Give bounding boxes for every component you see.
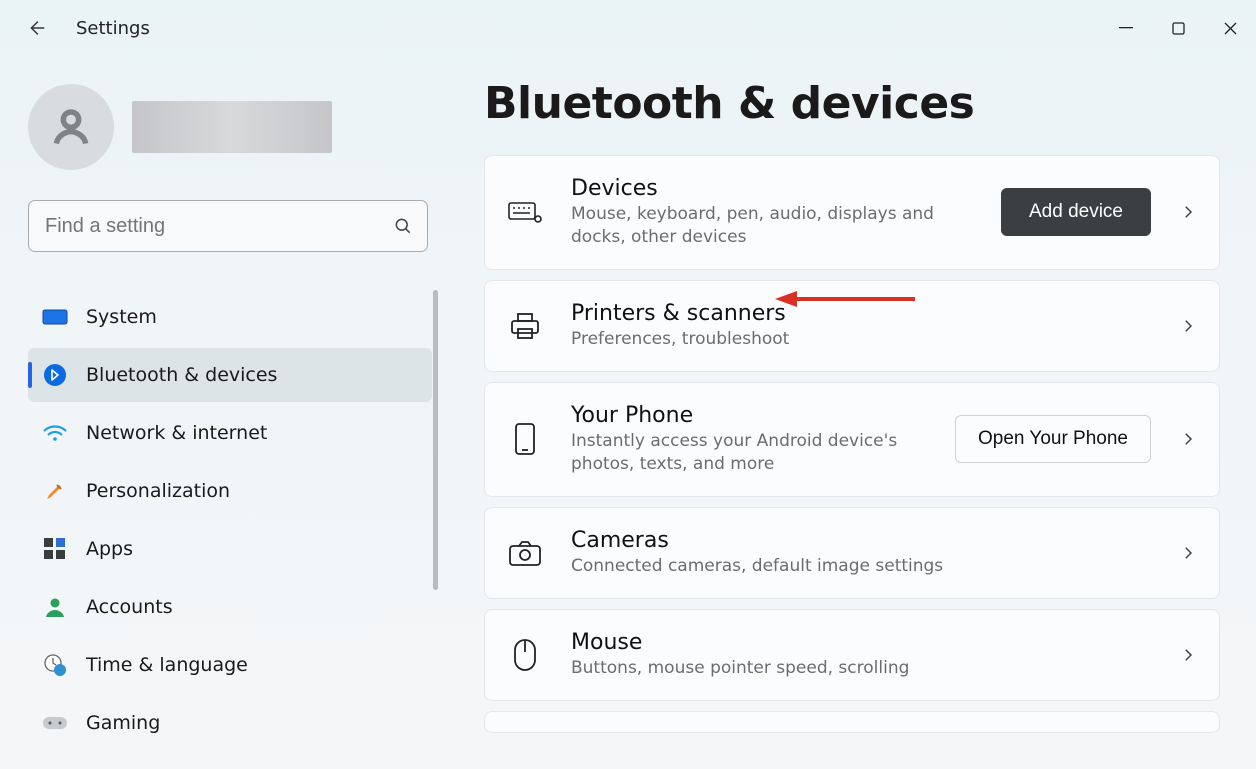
nav-item-personalization[interactable]: Personalization <box>28 464 432 518</box>
chevron-right-icon <box>1179 646 1197 664</box>
card-subtitle: Preferences, troubleshoot <box>571 328 1151 351</box>
person-icon <box>49 105 93 149</box>
wifi-icon <box>42 420 68 446</box>
close-button[interactable] <box>1204 0 1256 56</box>
nav-item-gaming[interactable]: Gaming <box>28 696 432 750</box>
card-devices[interactable]: Devices Mouse, keyboard, pen, audio, dis… <box>484 155 1220 270</box>
main-content: Bluetooth & devices Devices Mouse, keybo… <box>460 56 1256 769</box>
search-icon <box>393 216 413 236</box>
add-device-button[interactable]: Add device <box>1001 188 1151 236</box>
camera-icon <box>507 535 543 571</box>
nav-label: Accounts <box>86 596 173 618</box>
nav-label: Network & internet <box>86 422 267 444</box>
card-title: Your Phone <box>571 403 927 428</box>
printer-icon <box>507 308 543 344</box>
chevron-right-icon <box>1179 317 1197 335</box>
sidebar: System Bluetooth & devices Network & int… <box>0 56 460 769</box>
display-icon <box>42 304 68 330</box>
nav-list: System Bluetooth & devices Network & int… <box>28 290 446 750</box>
chevron-right-icon <box>1179 544 1197 562</box>
minimize-icon <box>1119 21 1133 35</box>
titlebar: Settings <box>0 0 1256 56</box>
nav-label: Gaming <box>86 712 160 734</box>
nav-label: Bluetooth & devices <box>86 364 277 386</box>
nav-label: Personalization <box>86 480 230 502</box>
keyboard-icon <box>507 194 543 230</box>
bluetooth-icon <box>42 362 68 388</box>
close-icon <box>1224 22 1237 35</box>
account-name-redacted <box>132 101 332 153</box>
app-title: Settings <box>76 18 150 39</box>
nav-label: Time & language <box>86 654 248 676</box>
back-arrow-icon <box>25 17 47 39</box>
minimize-button[interactable] <box>1100 0 1152 56</box>
page-title: Bluetooth & devices <box>484 78 1220 129</box>
card-mouse[interactable]: Mouse Buttons, mouse pointer speed, scro… <box>484 609 1220 701</box>
nav-label: Apps <box>86 538 133 560</box>
apps-icon <box>42 536 68 562</box>
account-icon <box>42 594 68 620</box>
card-your-phone[interactable]: Your Phone Instantly access your Android… <box>484 382 1220 497</box>
paintbrush-icon <box>42 478 68 504</box>
gamepad-icon <box>42 710 68 736</box>
card-subtitle: Mouse, keyboard, pen, audio, displays an… <box>571 203 973 249</box>
nav-item-system[interactable]: System <box>28 290 432 344</box>
search-input[interactable] <box>45 215 381 238</box>
chevron-right-icon <box>1179 203 1197 221</box>
card-cameras[interactable]: Cameras Connected cameras, default image… <box>484 507 1220 599</box>
back-button[interactable] <box>20 12 52 44</box>
card-title: Cameras <box>571 528 1151 553</box>
card-subtitle: Instantly access your Android device's p… <box>571 430 927 476</box>
open-your-phone-button[interactable]: Open Your Phone <box>955 415 1151 463</box>
card-title: Devices <box>571 176 973 201</box>
nav-label: System <box>86 306 157 328</box>
avatar <box>28 84 114 170</box>
maximize-icon <box>1172 22 1185 35</box>
mouse-icon <box>507 637 543 673</box>
card-subtitle: Connected cameras, default image setting… <box>571 555 1151 578</box>
chevron-right-icon <box>1179 430 1197 448</box>
card-partial-next[interactable] <box>484 711 1220 733</box>
account-row[interactable] <box>28 84 446 170</box>
card-title: Printers & scanners <box>571 301 1151 326</box>
maximize-button[interactable] <box>1152 0 1204 56</box>
nav-item-accounts[interactable]: Accounts <box>28 580 432 634</box>
nav-item-apps[interactable]: Apps <box>28 522 432 576</box>
nav-item-network[interactable]: Network & internet <box>28 406 432 460</box>
clock-globe-icon <box>42 652 68 678</box>
card-subtitle: Buttons, mouse pointer speed, scrolling <box>571 657 1151 680</box>
scrollbar[interactable] <box>433 290 438 590</box>
nav-item-bluetooth-devices[interactable]: Bluetooth & devices <box>28 348 432 402</box>
card-printers-scanners[interactable]: Printers & scanners Preferences, trouble… <box>484 280 1220 372</box>
card-list: Devices Mouse, keyboard, pen, audio, dis… <box>484 155 1220 733</box>
card-title: Mouse <box>571 630 1151 655</box>
search-box[interactable] <box>28 200 428 252</box>
nav-item-time-language[interactable]: Time & language <box>28 638 432 692</box>
phone-icon <box>507 421 543 457</box>
